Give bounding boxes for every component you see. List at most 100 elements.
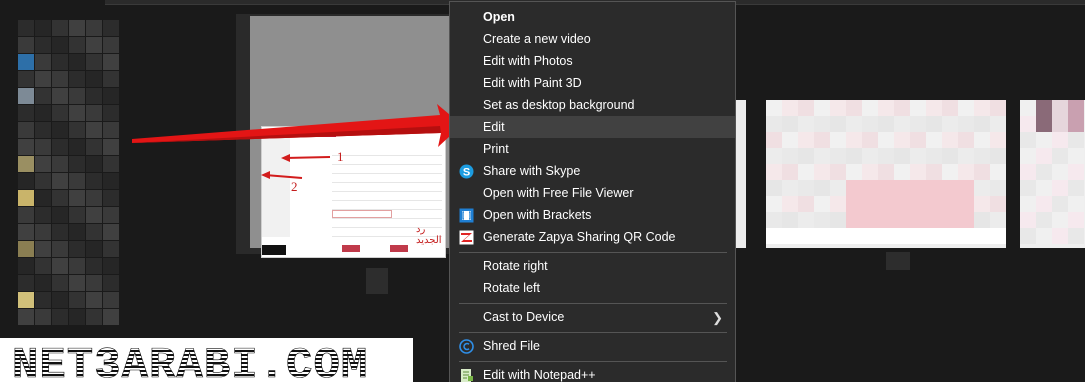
mosaic-block	[830, 100, 846, 116]
mosaic-block	[1068, 196, 1084, 212]
menu-item-label: Open with Brackets	[483, 208, 592, 222]
mosaic-block	[798, 148, 814, 164]
menu-item-edit-photos[interactable]: Edit with Photos	[450, 50, 735, 72]
mosaic-block	[69, 224, 85, 240]
mosaic-block	[103, 258, 119, 274]
menu-item-label: Cast to Device	[483, 310, 565, 324]
mosaic-block	[990, 148, 1006, 164]
mosaic-block	[1052, 212, 1068, 228]
mosaic-block	[814, 116, 830, 132]
menu-item-rotate-left[interactable]: Rotate left	[450, 277, 735, 299]
thumbnail-shadow	[886, 252, 910, 270]
mosaic-block	[958, 164, 974, 180]
mosaic-block	[86, 71, 102, 87]
menu-item-edit[interactable]: Edit	[450, 116, 735, 138]
selected-image-thumbnail[interactable]: 1 2 رد الجديد	[236, 14, 451, 294]
mosaic-block	[926, 164, 942, 180]
mosaic-block	[814, 228, 830, 244]
mosaic-block	[18, 207, 34, 223]
menu-item-free-file-viewer[interactable]: Open with Free File Viewer	[450, 182, 735, 204]
mosaic-block	[990, 196, 1006, 212]
mosaic-block	[18, 258, 34, 274]
mosaic-block	[86, 20, 102, 36]
menu-item-open[interactable]: Open	[450, 6, 735, 28]
mosaic-block	[35, 275, 51, 291]
menu-item-create-video[interactable]: Create a new video	[450, 28, 735, 50]
mosaic-block	[86, 122, 102, 138]
mosaic-block	[782, 228, 798, 244]
mosaic-block	[35, 88, 51, 104]
mosaic-block	[86, 292, 102, 308]
menu-item-label: Edit	[483, 120, 505, 134]
mosaic-block	[894, 100, 910, 116]
mosaic-block	[894, 228, 910, 244]
mosaic-block	[910, 228, 926, 244]
screenshot-button	[390, 245, 408, 252]
mosaic-block	[52, 309, 68, 325]
mosaic-block	[926, 196, 942, 212]
blurred-file-list	[18, 20, 128, 330]
mosaic-block	[974, 164, 990, 180]
mosaic-block	[846, 212, 862, 228]
mosaic-block	[830, 228, 846, 244]
mosaic-block	[862, 116, 878, 132]
mosaic-block	[52, 190, 68, 206]
menu-item-print[interactable]: Print	[450, 138, 735, 160]
mosaic-block	[35, 190, 51, 206]
watermark-logo: NET3ARABI.COM	[0, 338, 413, 382]
mosaic-block	[103, 139, 119, 155]
mosaic-block	[766, 132, 782, 148]
mosaic-block	[103, 241, 119, 257]
mosaic-block	[894, 180, 910, 196]
menu-item-share-skype[interactable]: S Share with Skype	[450, 160, 735, 182]
mosaic-block	[103, 207, 119, 223]
mosaic-block	[18, 275, 34, 291]
menu-item-zapya-qr[interactable]: Generate Zapya Sharing QR Code	[450, 226, 735, 248]
menu-item-cast-to-device[interactable]: Cast to Device ❯	[450, 306, 735, 328]
mosaic-block	[52, 139, 68, 155]
mosaic-block	[103, 37, 119, 53]
image-thumbnail[interactable]	[736, 100, 746, 248]
mosaic-block	[830, 164, 846, 180]
mosaic-block	[766, 100, 782, 116]
mosaic-block	[926, 212, 942, 228]
mosaic-block	[86, 275, 102, 291]
menu-item-rotate-right[interactable]: Rotate right	[450, 255, 735, 277]
menu-item-open-brackets[interactable]: Open with Brackets	[450, 204, 735, 226]
mosaic-block	[798, 164, 814, 180]
image-thumbnail[interactable]	[766, 100, 1006, 270]
mosaic-block	[766, 164, 782, 180]
mosaic-block	[878, 100, 894, 116]
screenshot-sidebar	[262, 137, 290, 237]
mosaic-block	[990, 116, 1006, 132]
menu-item-notepad-plus-plus[interactable]: Edit with Notepad++	[450, 364, 735, 382]
menu-item-label: Shred File	[483, 339, 540, 353]
annotation-number: 1	[337, 149, 344, 164]
mosaic-block	[846, 164, 862, 180]
mosaic-block	[942, 196, 958, 212]
mosaic-block	[910, 132, 926, 148]
mosaic-block	[862, 228, 878, 244]
mosaic-block	[35, 207, 51, 223]
mosaic-block	[1052, 196, 1068, 212]
menu-item-edit-paint3d[interactable]: Edit with Paint 3D	[450, 72, 735, 94]
mosaic-block	[990, 212, 1006, 228]
mosaic-block	[69, 156, 85, 172]
mosaic-block	[35, 292, 51, 308]
mosaic-block	[52, 88, 68, 104]
image-thumbnail[interactable]	[1020, 100, 1085, 248]
menu-item-shred-file[interactable]: Shred File	[450, 335, 735, 357]
mosaic-block	[798, 100, 814, 116]
mosaic-block	[18, 122, 34, 138]
mosaic-block	[782, 116, 798, 132]
svg-text:S: S	[463, 167, 470, 179]
mosaic-block	[69, 190, 85, 206]
mosaic-block	[846, 116, 862, 132]
mosaic-block	[878, 212, 894, 228]
mosaic-block	[910, 116, 926, 132]
menu-item-label: Rotate left	[483, 281, 540, 295]
mosaic-block	[86, 156, 102, 172]
mosaic-block	[35, 309, 51, 325]
menu-item-set-desktop-background[interactable]: Set as desktop background	[450, 94, 735, 116]
mosaic-block	[974, 212, 990, 228]
